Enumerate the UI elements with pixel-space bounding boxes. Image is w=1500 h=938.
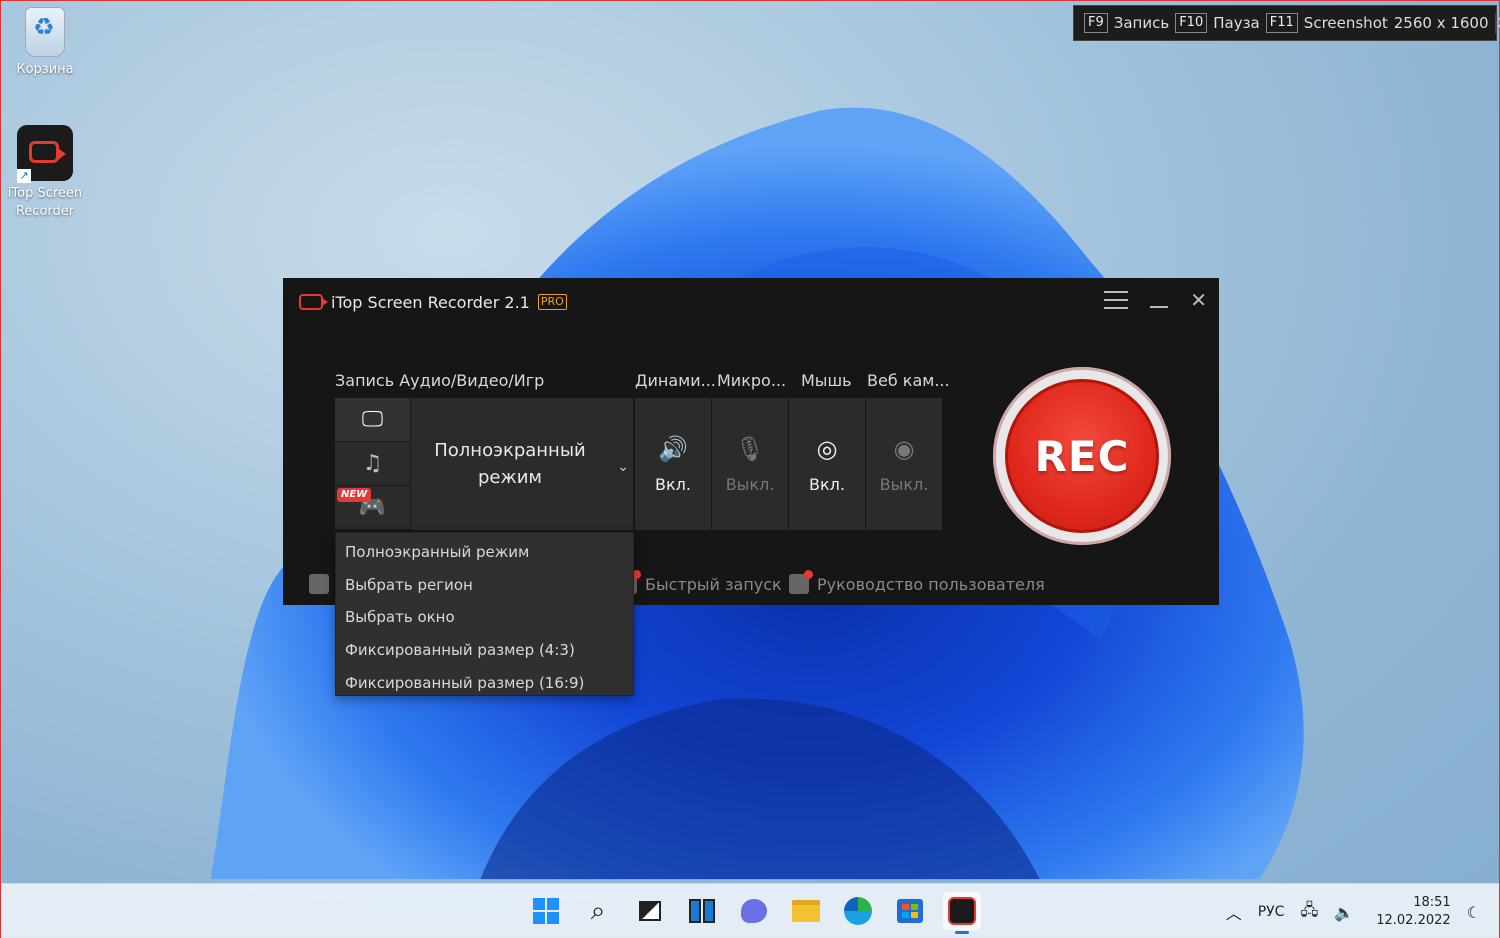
- widgets-icon: [689, 899, 715, 923]
- mouse-toggle[interactable]: ◎ Вкл.: [789, 398, 865, 530]
- task-view-icon: [639, 901, 661, 921]
- windows-logo-icon: [533, 898, 559, 924]
- monitor-icon: 🖵: [361, 407, 384, 432]
- dropdown-item-region[interactable]: Выбрать регион: [336, 569, 633, 602]
- system-tray: ︿ РУС 🖧 🔈 18:51 12.02.2022 ☾: [1226, 884, 1499, 938]
- screen-mode-button[interactable]: 🖵: [335, 398, 410, 442]
- hotkey-screenshot-label[interactable]: Screenshot: [1304, 14, 1388, 32]
- webcam-icon: ◉: [893, 434, 915, 463]
- clock[interactable]: 18:51 12.02.2022: [1376, 894, 1450, 930]
- search-icon: ⌕: [590, 895, 606, 926]
- recordings-list-button[interactable]: [309, 574, 329, 594]
- dropdown-item-fullscreen[interactable]: Полноэкранный режим: [336, 536, 633, 569]
- recycle-bin-shortcut[interactable]: Корзина: [2, 7, 88, 79]
- edge-browser-icon: [844, 897, 872, 925]
- microphone-icon: 🎙: [734, 434, 766, 463]
- user-guide-link[interactable]: Руководство пользователя: [789, 570, 1045, 594]
- recycle-bin-icon: [25, 7, 65, 57]
- clock-date: 12.02.2022: [1376, 913, 1451, 928]
- microphone-toggle[interactable]: 🎙 Выкл.: [712, 398, 788, 530]
- resolution-readout: 2560 x 1600: [1393, 14, 1489, 32]
- app-logo-icon: [299, 294, 328, 310]
- hotkey-bar-close-icon[interactable]: ✕: [1494, 12, 1500, 34]
- dropdown-item-window[interactable]: Выбрать окно: [336, 601, 633, 634]
- hotkey-bar: F9 Запись F10 Пауза F11 Screenshot 2560 …: [1073, 5, 1500, 41]
- mouse-header: Мышь: [801, 371, 852, 390]
- webcam-state: Выкл.: [879, 474, 929, 494]
- close-icon[interactable]: ✕: [1190, 288, 1207, 312]
- title-bar: iTop Screen Recorder 2.1 PRO: [283, 278, 1219, 326]
- chevron-down-icon: ⌄: [617, 459, 629, 475]
- microphone-header: Микро...: [717, 371, 787, 390]
- minimize-icon[interactable]: [1150, 288, 1169, 308]
- speaker-header: Динами...: [635, 371, 716, 390]
- new-badge: NEW: [337, 488, 372, 502]
- rec-ring: REC: [993, 367, 1171, 545]
- pro-badge: PRO: [537, 294, 567, 310]
- rec-button[interactable]: REC: [1005, 379, 1159, 533]
- hotkey-pause-key: F10: [1175, 13, 1208, 33]
- mouse-click-icon: ◎: [816, 434, 838, 463]
- user-guide-label: Руководство пользователя: [817, 574, 1045, 594]
- search-button[interactable]: ⌕: [579, 892, 617, 930]
- menu-icon[interactable]: [1104, 291, 1129, 309]
- hotkey-record-key: F9: [1084, 13, 1108, 33]
- hotkey-pause-label[interactable]: Пауза: [1213, 14, 1260, 32]
- store-icon: [897, 899, 923, 923]
- store-button[interactable]: [891, 892, 929, 930]
- clock-time: 18:51: [1413, 895, 1451, 910]
- task-view-button[interactable]: [631, 892, 669, 930]
- app-title: iTop Screen Recorder 2.1: [331, 292, 530, 312]
- language-indicator[interactable]: РУС: [1258, 904, 1285, 920]
- speaker-state: Вкл.: [655, 474, 691, 494]
- volume-icon[interactable]: 🔈: [1334, 903, 1354, 922]
- speaker-icon: 🔊: [658, 434, 688, 463]
- capture-mode-label: Полноэкранный режим: [434, 440, 586, 488]
- desktop-icon-label: iTop Screen Recorder: [7, 186, 83, 219]
- edge-button[interactable]: [839, 892, 877, 930]
- microphone-state: Выкл.: [725, 474, 775, 494]
- file-explorer-button[interactable]: [787, 892, 825, 930]
- dropdown-item-fixed-16-9[interactable]: Фиксированный размер (16:9): [336, 667, 633, 700]
- audio-mode-button[interactable]: ♫: [335, 442, 410, 486]
- folder-icon: [792, 900, 820, 922]
- webcam-header: Веб кам...: [867, 371, 950, 390]
- section-label: Запись Аудио/Видео/Игр: [335, 371, 545, 390]
- mode-panel: 🖵 ♫ NEW 🎮 Полноэкранный режим ⌄: [335, 398, 633, 530]
- taskbar: ⌕ ︿ РУС 🖧 🔈 18:51 12.02.2022 ☾: [1, 883, 1499, 938]
- chevron-up-icon[interactable]: ︿: [1226, 900, 1242, 924]
- mouse-state: Вкл.: [809, 474, 845, 494]
- chat-button[interactable]: [735, 892, 773, 930]
- capture-mode-select[interactable]: Полноэкранный режим ⌄: [411, 398, 633, 530]
- itop-recorder-shortcut[interactable]: ↗ iTop Screen Recorder: [2, 125, 88, 221]
- game-mode-button[interactable]: NEW 🎮: [335, 486, 410, 530]
- dropdown-item-fixed-4-3[interactable]: Фиксированный размер (4:3): [336, 634, 633, 667]
- itop-taskbar-button[interactable]: [943, 892, 981, 934]
- quick-start-label: Быстрый запуск: [645, 574, 782, 594]
- itop-recorder-icon: [948, 897, 976, 925]
- itop-recorder-icon: ↗: [17, 125, 73, 183]
- webcam-toggle[interactable]: ◉ Выкл.: [866, 398, 942, 530]
- notifications-moon-icon[interactable]: ☾: [1467, 903, 1481, 922]
- speaker-toggle[interactable]: 🔊 Вкл.: [635, 398, 711, 530]
- chat-icon: [741, 899, 767, 923]
- capture-mode-dropdown: Полноэкранный режим Выбрать регион Выбра…: [335, 532, 634, 696]
- hotkey-record-label[interactable]: Запись: [1114, 14, 1169, 32]
- widgets-button[interactable]: [683, 892, 721, 930]
- shortcut-arrow-icon: ↗: [17, 169, 31, 183]
- guide-book-icon: [789, 570, 813, 594]
- hotkey-screenshot-key: F11: [1265, 13, 1298, 33]
- start-button[interactable]: [527, 892, 565, 930]
- music-note-icon: ♫: [362, 451, 383, 476]
- network-icon[interactable]: 🖧: [1300, 899, 1318, 926]
- desktop-icon-label: Корзина: [16, 62, 74, 77]
- list-icon: [309, 574, 329, 594]
- quick-start-link[interactable]: Быстрый запуск: [627, 570, 782, 594]
